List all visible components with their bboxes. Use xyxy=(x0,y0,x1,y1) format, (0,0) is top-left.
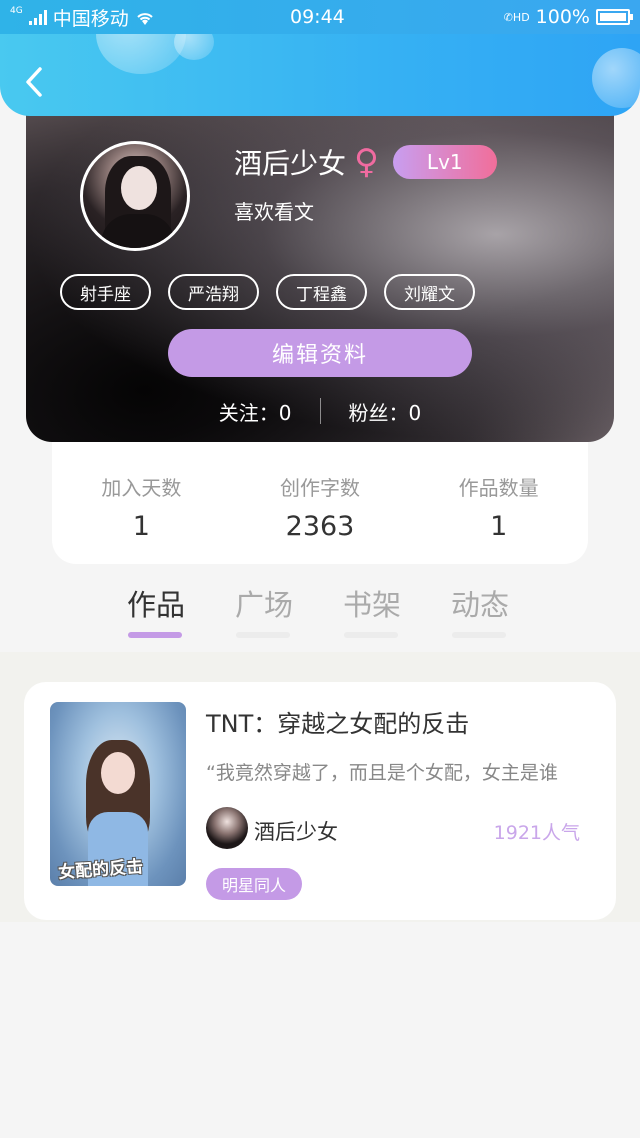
wifi-icon xyxy=(135,9,155,25)
tab-label: 动态 xyxy=(450,588,509,622)
chevron-left-icon xyxy=(26,67,42,97)
decor-bubble xyxy=(592,48,640,108)
stat-label: 加入天数 xyxy=(101,476,182,500)
author-name: 酒后少女 xyxy=(254,820,338,844)
status-left: 4G 中国移动 xyxy=(10,4,155,31)
book-intro: “我竟然穿越了，而且是个女配，女主是谁 xyxy=(206,762,558,784)
category-badge: 明星同人 xyxy=(206,868,303,900)
decor-bubble xyxy=(96,34,186,74)
tab-underline xyxy=(452,632,506,638)
tab-underline xyxy=(128,632,182,638)
bio-text: 喜欢看文 xyxy=(234,200,314,224)
divider xyxy=(319,398,321,424)
nickname-row: 酒后少女 ♀ Lv1 xyxy=(234,142,497,182)
carrier-name: 中国移动 xyxy=(52,7,129,30)
stat-label: 作品数量 xyxy=(458,476,539,500)
battery-percent: 100% xyxy=(535,6,590,28)
stat-value: 2363 xyxy=(285,511,355,542)
author-avatar xyxy=(206,807,248,849)
female-icon: ♀ xyxy=(354,142,379,182)
status-time: 09:44 xyxy=(290,6,345,28)
back-button[interactable] xyxy=(20,64,48,100)
level-badge: Lv1 xyxy=(392,145,497,179)
follow-row: 关注：0 粉丝：0 xyxy=(26,396,614,426)
nickname: 酒后少女 xyxy=(234,147,347,180)
book-card[interactable]: 女配的反击 TNT：穿越之女配的反击 “我竟然穿越了，而且是个女配，女主是谁 酒… xyxy=(24,682,616,920)
tab-activity[interactable]: 动态 xyxy=(450,582,510,642)
stat-value: 1 xyxy=(132,511,150,542)
header-bar xyxy=(0,34,640,116)
decor-bubble xyxy=(174,34,214,60)
tab-bar: 作品 广场 书架 动态 xyxy=(126,582,510,642)
tab-works[interactable]: 作品 xyxy=(126,582,186,642)
stat-word-count: 创作字数 2363 xyxy=(231,442,410,564)
status-bar: 4G 中国移动 09:44 ✆HD 100% xyxy=(0,0,640,34)
book-title: TNT：穿越之女配的反击 xyxy=(206,710,470,738)
stat-works-count: 作品数量 1 xyxy=(409,442,588,564)
stat-label: 创作字数 xyxy=(280,476,360,500)
tag-item[interactable]: 丁程鑫 xyxy=(276,274,367,310)
edit-profile-button[interactable]: 编辑资料 xyxy=(168,329,472,377)
tab-label: 广场 xyxy=(234,588,293,622)
phone-hd-icon: ✆HD xyxy=(503,10,530,24)
hd-label: HD xyxy=(512,10,530,24)
stat-join-days: 加入天数 1 xyxy=(52,442,231,564)
tag-item[interactable]: 射手座 xyxy=(60,274,151,310)
status-right: ✆HD 100% xyxy=(503,6,633,28)
network-type: 4G xyxy=(10,6,23,16)
battery-icon xyxy=(596,9,633,25)
tag-item[interactable]: 刘耀文 xyxy=(384,274,475,310)
popularity-count: 1921人气 xyxy=(493,822,580,844)
stat-value: 1 xyxy=(490,511,508,542)
tab-underline xyxy=(236,632,290,638)
profile-card: 酒后少女 ♀ Lv1 喜欢看文 射手座 严浩翔 丁程鑫 刘耀文 编辑资料 关注：… xyxy=(26,96,614,442)
avatar[interactable] xyxy=(80,141,190,251)
following-count[interactable]: 关注：0 xyxy=(219,397,292,426)
tab-label: 作品 xyxy=(126,588,185,622)
tab-plaza[interactable]: 广场 xyxy=(234,582,294,642)
tab-bookshelf[interactable]: 书架 xyxy=(342,582,402,642)
tab-underline xyxy=(344,632,398,638)
stats-card: 加入天数 1 创作字数 2363 作品数量 1 xyxy=(52,442,588,564)
book-cover[interactable]: 女配的反击 xyxy=(50,702,186,886)
tag-list: 射手座 严浩翔 丁程鑫 刘耀文 xyxy=(60,274,475,310)
tab-label: 书架 xyxy=(342,588,401,622)
signal-icon xyxy=(28,9,47,25)
followers-count[interactable]: 粉丝：0 xyxy=(349,397,422,426)
tag-item[interactable]: 严浩翔 xyxy=(168,274,259,310)
